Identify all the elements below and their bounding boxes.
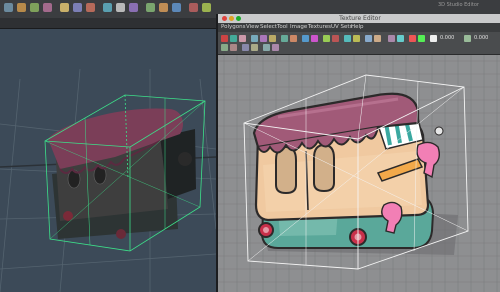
texture-borders-icon[interactable] [374,35,381,42]
snap-grid-icon[interactable] [60,3,69,12]
snap-curve-icon[interactable] [73,3,82,12]
perspective-viewport[interactable] [0,29,216,292]
straighten-icon[interactable] [242,44,249,51]
uv-lattice-icon[interactable] [221,35,228,42]
snapshot-icon[interactable] [344,35,351,42]
uv-smudge-icon[interactable] [239,35,246,42]
menu-uv-sets[interactable]: UV Sets [331,23,352,32]
menu-image[interactable]: Image [290,23,307,32]
menu-textures[interactable]: Textures [308,23,331,32]
gamma-value[interactable]: 0.000 [474,35,488,42]
select-border-icon[interactable] [230,44,237,51]
pin-icon[interactable] [263,44,270,51]
select-shell-icon[interactable] [221,44,228,51]
menu-select[interactable]: Select [260,23,277,32]
unpin-icon[interactable] [272,44,279,51]
distortion-icon[interactable] [397,35,404,42]
move-tool-icon[interactable] [17,3,26,12]
select-tool-icon[interactable] [4,3,13,12]
sew-uv-icon[interactable] [290,35,297,42]
menu-polygons[interactable]: Polygons [221,23,245,32]
viewport-scene [0,68,216,292]
grid-uv-icon[interactable] [332,35,339,42]
texture-editor-titlebar[interactable]: Texture Editor [218,14,500,23]
unfold-icon[interactable] [302,35,309,42]
exposure-icon[interactable] [430,35,437,42]
flip-v-icon[interactable] [260,35,267,42]
gamma-icon[interactable] [464,35,471,42]
uv-move-icon[interactable] [230,35,237,42]
shaded-uv-icon[interactable] [388,35,395,42]
texture-editor-menubar: Polygons View Select Tool Image Textures… [218,23,500,32]
flip-u-icon[interactable] [251,35,258,42]
isolate-icon[interactable] [365,35,372,42]
window-title: Texture Editor [339,15,381,22]
rotate-ccw-icon[interactable] [269,35,276,42]
ipr-render-icon[interactable] [116,3,125,12]
render-settings-icon[interactable] [129,3,138,12]
menu-tool[interactable]: Tool [277,23,288,32]
scale-tool-icon[interactable] [43,3,52,12]
layout-icon[interactable] [311,35,318,42]
exposure-value[interactable]: 0.000 [440,35,454,42]
cut-uv-icon[interactable] [281,35,288,42]
filter-icon[interactable] [418,35,425,42]
color-swatch-icon[interactable] [409,35,416,42]
uv-scene [218,55,500,292]
outliner-icon[interactable] [146,3,155,12]
attribute-editor-icon[interactable] [189,3,198,12]
tool-settings-icon[interactable] [202,3,211,12]
render-icon[interactable] [103,3,112,12]
menu-help[interactable]: Help [351,23,364,32]
desktop: 3D Studio Editor Texture Editor Polygons… [0,0,500,292]
texture-editor-window: Texture Editor Polygons View Select Tool… [216,14,500,292]
uv-canvas[interactable] [218,55,500,292]
viewport-toolbar [0,18,220,29]
snap-point-icon[interactable] [86,3,95,12]
hypershade-icon[interactable] [159,3,168,12]
rotate-tool-icon[interactable] [30,3,39,12]
image-display-icon[interactable] [353,35,360,42]
channel-box-icon[interactable] [172,3,181,12]
texture-editor-toolbar: 0.000 0.000 [218,32,500,55]
align-icon[interactable] [323,35,330,42]
menu-view[interactable]: View [246,23,259,32]
app-title: 3D Studio Editor [438,2,479,8]
normalize-icon[interactable] [251,44,258,51]
